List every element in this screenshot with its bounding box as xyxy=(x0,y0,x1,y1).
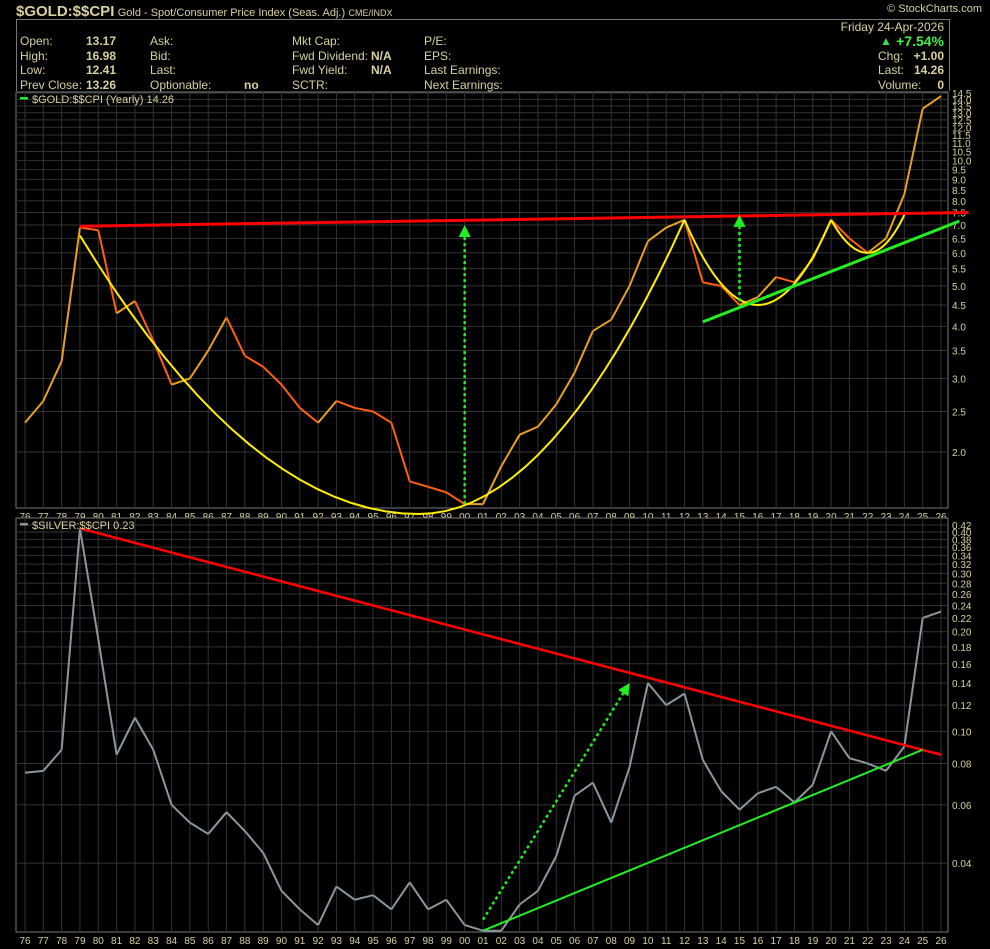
x-tick-label: 87 xyxy=(221,936,233,947)
x-tick-label: 83 xyxy=(148,936,160,947)
plot-area-0 xyxy=(15,91,949,509)
x-tick-label: 05 xyxy=(551,936,563,947)
x-tick-label: 07 xyxy=(587,936,599,947)
y-tick-label: 4.5 xyxy=(952,301,966,312)
y-tick-label: 0.12 xyxy=(952,701,972,712)
y-tick-label: 8.5 xyxy=(952,186,966,197)
x-tick-label: 23 xyxy=(880,936,892,947)
x-tick-label: 93 xyxy=(331,936,343,947)
y-tick-label: 0.14 xyxy=(952,679,972,690)
x-tick-label: 86 xyxy=(203,936,215,947)
x-tick-label: 79 xyxy=(74,936,86,947)
y-tick-label: 0.26 xyxy=(952,590,972,601)
x-tick-label: 88 xyxy=(239,936,251,947)
x-tick-label: 01 xyxy=(477,936,489,947)
x-tick-label: 15 xyxy=(734,936,746,947)
y-tick-label: 2.5 xyxy=(952,408,966,419)
x-tick-label: 14 xyxy=(716,936,728,947)
x-tick-label: 12 xyxy=(679,936,691,947)
y-tick-label: 0.28 xyxy=(952,579,972,590)
x-tick-label: 18 xyxy=(789,936,801,947)
x-tick-label: 26 xyxy=(935,936,947,947)
y-tick-label: 0.16 xyxy=(952,660,972,671)
x-tick-label: 80 xyxy=(93,936,105,947)
x-tick-label: 85 xyxy=(184,936,196,947)
y-tick-label: 3.0 xyxy=(952,374,966,385)
x-tick-label: 96 xyxy=(386,936,398,947)
y-tick-label: 5.0 xyxy=(952,282,966,293)
y-tick-label: 0.18 xyxy=(952,643,972,654)
y-tick-label: 0.22 xyxy=(952,614,972,625)
x-tick-label: 17 xyxy=(771,936,783,947)
chart-svg: 14.514.013.513.012.512.011.511.010.510.0… xyxy=(15,89,972,947)
x-tick-label: 25 xyxy=(917,936,929,947)
x-tick-label: 82 xyxy=(129,936,141,947)
x-tick-label: 00 xyxy=(459,936,471,947)
x-tick-label: 77 xyxy=(38,936,50,947)
legend-label: $GOLD:$$CPI (Yearly) 14.26 xyxy=(32,94,174,106)
x-tick-label: 98 xyxy=(422,936,434,947)
x-tick-label: 06 xyxy=(569,936,581,947)
y-tick-label: 4.0 xyxy=(952,322,966,333)
y-tick-label: 0.08 xyxy=(952,759,972,770)
x-tick-label: 08 xyxy=(606,936,618,947)
x-tick-label: 20 xyxy=(826,936,838,947)
x-tick-label: 95 xyxy=(368,936,380,947)
x-tick-label: 21 xyxy=(844,936,856,947)
x-tick-label: 24 xyxy=(899,936,911,947)
x-tick-label: 92 xyxy=(313,936,325,947)
x-tick-label: 03 xyxy=(514,936,526,947)
chart-window: $GOLD:$$CPI Gold - Spot/Consumer Price I… xyxy=(0,0,990,949)
x-tick-label: 19 xyxy=(807,936,819,947)
y-tick-label: 0.10 xyxy=(952,727,972,738)
x-tick-label: 91 xyxy=(294,936,306,947)
x-tick-label: 11 xyxy=(661,936,672,947)
x-tick-label: 22 xyxy=(862,936,874,947)
y-tick-label: 6.5 xyxy=(952,234,966,245)
y-tick-label: 3.5 xyxy=(952,347,966,358)
x-tick-label: 09 xyxy=(624,936,636,947)
plot-area-1 xyxy=(15,517,949,933)
legend-swatch xyxy=(20,97,28,100)
x-tick-label: 90 xyxy=(276,936,288,947)
y-tick-label: 5.5 xyxy=(952,265,966,276)
y-tick-label: 8.0 xyxy=(952,197,966,208)
y-tick-label: 0.24 xyxy=(952,601,972,612)
x-tick-label: 81 xyxy=(111,936,123,947)
x-tick-label: 76 xyxy=(19,936,31,947)
x-tick-label: 10 xyxy=(642,936,654,947)
x-tick-label: 84 xyxy=(166,936,178,947)
y-tick-label: 6.0 xyxy=(952,249,966,260)
y-tick-label: 2.0 xyxy=(952,448,966,459)
y-tick-label: 0.20 xyxy=(952,628,972,639)
legend-label: $SILVER:$$CPI 0.23 xyxy=(32,520,135,532)
y-tick-label: 0.06 xyxy=(952,801,972,812)
x-tick-label: 13 xyxy=(697,936,709,947)
x-tick-label: 78 xyxy=(56,936,68,947)
x-tick-label: 02 xyxy=(496,936,508,947)
x-tick-label: 89 xyxy=(258,936,270,947)
x-tick-label: 97 xyxy=(404,936,416,947)
x-tick-label: 99 xyxy=(441,936,453,947)
y-tick-label: 0.04 xyxy=(952,859,972,870)
y-tick-label: 9.0 xyxy=(952,175,966,186)
x-tick-label: 16 xyxy=(752,936,764,947)
legend-swatch xyxy=(20,523,28,526)
x-tick-label: 94 xyxy=(349,936,361,947)
x-tick-label: 04 xyxy=(532,936,544,947)
